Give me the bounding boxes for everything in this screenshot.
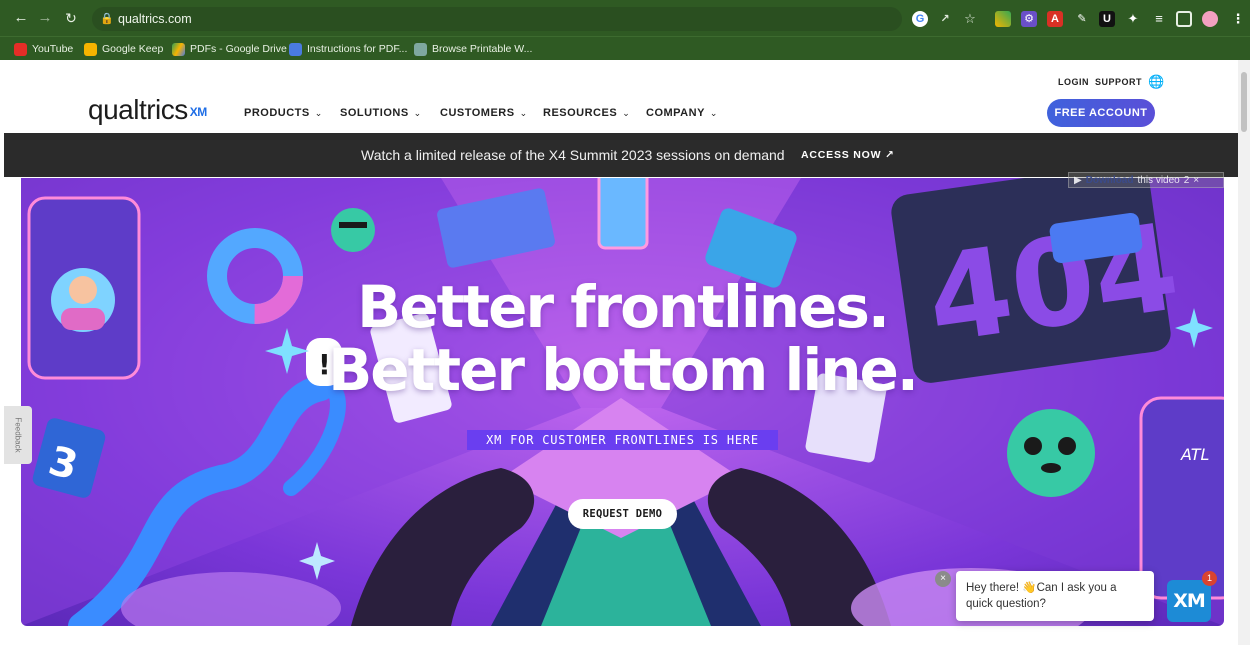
docs-icon xyxy=(289,42,302,56)
page-scrollbar[interactable] xyxy=(1238,60,1250,645)
leaf-icon xyxy=(414,42,427,56)
star-icon[interactable]: ☆ xyxy=(962,11,978,27)
login-link[interactable]: LOGIN xyxy=(1058,77,1089,87)
close-icon[interactable]: × xyxy=(935,571,951,587)
chevron-down-icon: ⌄ xyxy=(519,107,528,118)
puzzle-icon[interactable]: ✦ xyxy=(1125,11,1141,27)
nav-products[interactable]: PRODUCTS ⌄ xyxy=(244,107,323,119)
hero-headline-line-2: Better bottom line. xyxy=(328,336,919,404)
bookmark-youtube[interactable]: YouTube xyxy=(14,41,73,57)
bookmark-label: YouTube xyxy=(32,43,74,55)
chat-launcher-button[interactable]: XM xyxy=(1167,580,1211,622)
keep-icon xyxy=(84,42,97,56)
chat-notification-badge: 1 xyxy=(1202,571,1217,586)
kebab-menu-icon[interactable]: ⋮ xyxy=(1230,11,1246,27)
download-count: 2 xyxy=(1183,174,1190,186)
pdf-ext-icon[interactable]: A xyxy=(1047,11,1063,27)
download-label: Download xyxy=(1085,174,1134,186)
feedback-tab[interactable]: Feedback xyxy=(4,406,32,464)
qualtrics-logo[interactable]: qualtrics XM xyxy=(88,95,207,125)
chevron-down-icon: ⌄ xyxy=(413,107,422,118)
hero-headline-line-1: Better frontlines. xyxy=(357,273,890,341)
logo-xm: XM xyxy=(189,105,208,119)
scrollbar-thumb[interactable] xyxy=(1241,72,1247,132)
support-link[interactable]: SUPPORT xyxy=(1095,77,1142,87)
browser-toolbar: ← → ↻ 🔒 qualtrics.com G ↗ ☆ ⚙ A ✎ U ✦ ≡ … xyxy=(0,0,1250,36)
colorful-ext-icon[interactable] xyxy=(995,11,1011,27)
download-rest-label: this video xyxy=(1137,174,1180,186)
nav-label: RESOURCES xyxy=(543,107,618,119)
u-ext-icon[interactable]: U xyxy=(1099,11,1115,27)
free-account-button[interactable]: FREE ACCOUNT xyxy=(1047,99,1155,127)
paint-ext-icon[interactable]: ✎ xyxy=(1074,11,1090,27)
nav-resources[interactable]: RESOURCES ⌄ xyxy=(543,107,630,119)
gear-ext-icon[interactable]: ⚙ xyxy=(1021,11,1037,27)
nav-label: SOLUTIONS xyxy=(340,107,409,119)
profile-avatar-icon[interactable] xyxy=(1202,11,1218,27)
access-now-link[interactable]: ACCESS NOW ↗ xyxy=(801,149,895,161)
lock-icon: 🔒 xyxy=(100,13,114,25)
nav-company[interactable]: COMPANY ⌄ xyxy=(646,107,718,119)
bookmark-printable[interactable]: Browse Printable W... xyxy=(414,41,532,57)
download-video-overlay[interactable]: ▶ Download this video 2 × xyxy=(1068,172,1224,188)
playlist-icon[interactable]: ≡ xyxy=(1151,11,1167,27)
svg-text:ATL: ATL xyxy=(1180,445,1209,464)
google-icon[interactable]: G xyxy=(912,11,928,27)
utility-links: LOGIN SUPPORT 🌐 xyxy=(1058,74,1165,90)
bookmark-label: Google Keep xyxy=(102,43,164,55)
chevron-down-icon: ⌄ xyxy=(622,107,631,118)
nav-solutions[interactable]: SOLUTIONS ⌄ xyxy=(340,107,422,119)
chevron-down-icon: ⌄ xyxy=(314,107,323,118)
bookmarks-bar: YouTube Google Keep PDFs - Google Drive … xyxy=(0,36,1250,60)
feedback-label: Feedback xyxy=(13,417,23,453)
nav-label: PRODUCTS xyxy=(244,107,310,119)
promo-banner: Watch a limited release of the X4 Summit… xyxy=(4,133,1242,177)
bookmark-label: Browse Printable W... xyxy=(432,43,533,55)
request-demo-button[interactable]: REQUEST DEMO xyxy=(568,499,677,529)
nav-customers[interactable]: CUSTOMERS ⌄ xyxy=(440,107,528,119)
chat-prompt-bubble[interactable]: Hey there! 👋Can I ask you a quick questi… xyxy=(956,571,1154,621)
chevron-down-icon: ⌄ xyxy=(709,107,718,118)
arrow-left-icon[interactable]: ← xyxy=(12,9,30,27)
nav-label: COMPANY xyxy=(646,107,705,119)
url-text: qualtrics.com xyxy=(118,12,192,26)
address-bar[interactable]: 🔒 qualtrics.com xyxy=(92,7,902,31)
youtube-icon xyxy=(14,42,27,56)
bookmark-google-keep[interactable]: Google Keep xyxy=(84,41,163,57)
hero-banner: 404 ATL 3 ! Better frontlines. Better bo… xyxy=(21,178,1224,626)
close-icon[interactable]: × xyxy=(1193,175,1199,186)
arrow-right-icon[interactable]: → xyxy=(36,9,54,27)
hero-tagline: XM FOR CUSTOMER FRONTLINES IS HERE xyxy=(467,430,778,450)
bookmark-label: PDFs - Google Drive xyxy=(190,43,287,55)
logo-text: qualtrics xyxy=(88,94,188,125)
reload-icon[interactable]: ↻ xyxy=(62,9,80,27)
bookmark-label: Instructions for PDF... xyxy=(307,43,408,55)
globe-icon[interactable]: 🌐 xyxy=(1148,74,1165,90)
browser-window: ← → ↻ 🔒 qualtrics.com G ↗ ☆ ⚙ A ✎ U ✦ ≡ … xyxy=(0,0,1250,645)
drive-icon xyxy=(172,42,185,56)
bookmark-instructions[interactable]: Instructions for PDF... xyxy=(289,41,407,57)
play-icon: ▶ xyxy=(1074,174,1082,186)
share-icon[interactable]: ↗ xyxy=(937,11,953,27)
promo-message: Watch a limited release of the X4 Summit… xyxy=(361,147,785,163)
bookmark-pdfs-drive[interactable]: PDFs - Google Drive xyxy=(172,41,287,57)
nav-label: CUSTOMERS xyxy=(440,107,515,119)
sidebar-icon[interactable] xyxy=(1176,11,1192,27)
